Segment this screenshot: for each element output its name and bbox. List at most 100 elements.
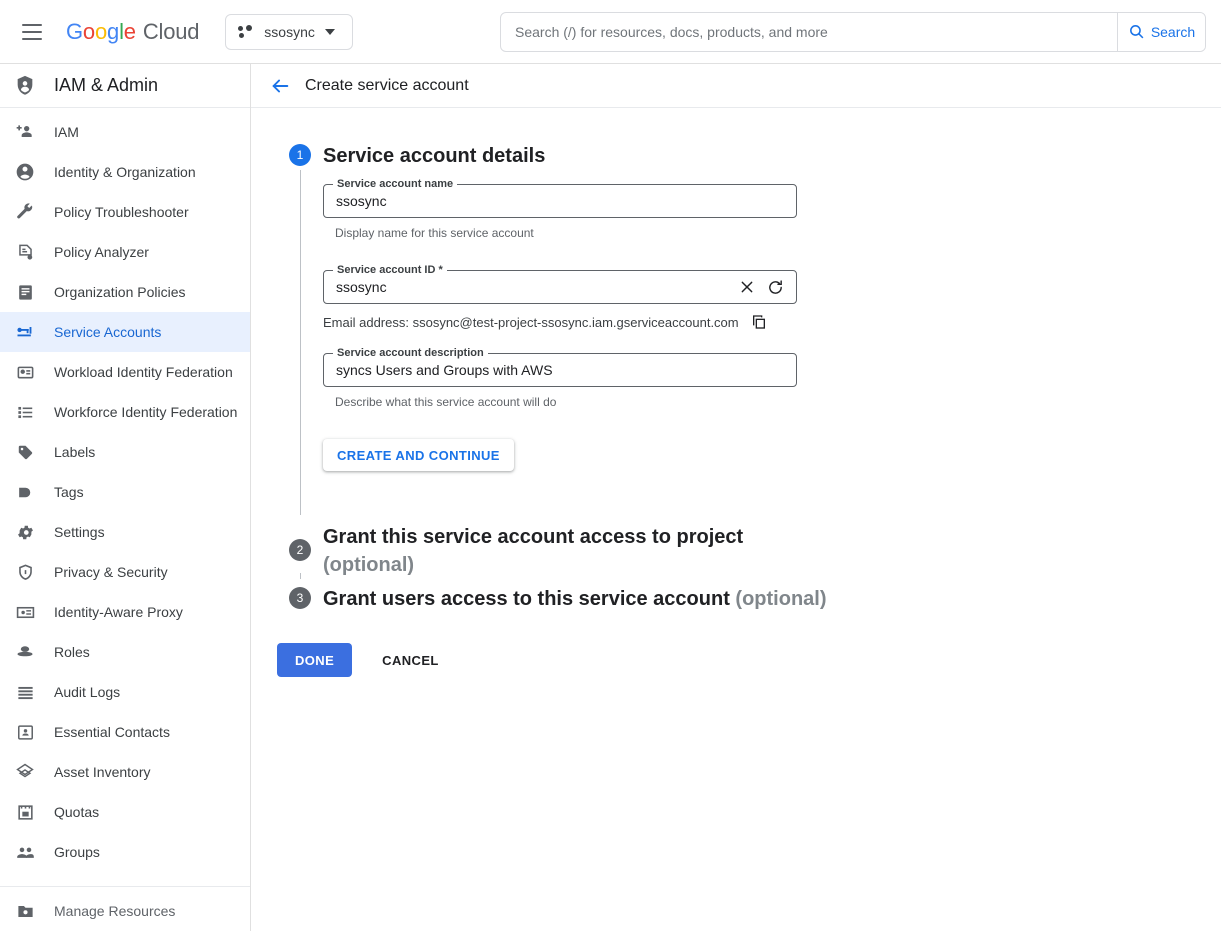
logo-letter-o1: o bbox=[82, 18, 95, 44]
google-cloud-logo[interactable]: Go o g l e Cloud bbox=[66, 19, 199, 45]
sidebar-item-label: Essential Contacts bbox=[54, 724, 170, 740]
sidebar-item-identity-aware-proxy[interactable]: Identity-Aware Proxy bbox=[0, 592, 250, 632]
manage-resources-folder-icon bbox=[14, 900, 36, 922]
step-3-title: Grant users access to this service accou… bbox=[323, 585, 1221, 613]
search-input[interactable] bbox=[501, 12, 1117, 51]
create-and-continue-button[interactable]: CREATE AND CONTINUE bbox=[323, 439, 514, 471]
sidebar-item-label: Settings bbox=[54, 524, 105, 540]
cancel-button[interactable]: CANCEL bbox=[376, 653, 445, 668]
service-account-name-field[interactable]: Service account name bbox=[323, 178, 797, 218]
step-2-optional-label: (optional) bbox=[323, 554, 415, 576]
sidebar-footer: Manage Resources bbox=[0, 886, 250, 931]
step-2-title: Grant this service account access to pro… bbox=[323, 523, 1221, 579]
sidebar-item-label: Workforce Identity Federation bbox=[54, 404, 238, 420]
sidebar-item-identity-organization[interactable]: Identity & Organization bbox=[0, 152, 250, 192]
service-account-name-label: Service account name bbox=[333, 178, 458, 190]
sidebar-item-label: Tags bbox=[54, 484, 84, 500]
sidebar: IAM & Admin IAM Identity & Organization … bbox=[0, 64, 251, 931]
sidebar-item-label: Policy Analyzer bbox=[54, 244, 149, 260]
sidebar-item-policy-analyzer[interactable]: Policy Analyzer bbox=[0, 232, 250, 272]
sidebar-item-policy-troubleshooter[interactable]: Policy Troubleshooter bbox=[0, 192, 250, 232]
main-content: Create service account 1 Service account… bbox=[251, 64, 1221, 931]
step-rail: 3 bbox=[277, 585, 323, 613]
sidebar-item-service-accounts[interactable]: Service Accounts bbox=[0, 312, 250, 352]
person-add-icon bbox=[14, 121, 36, 143]
step-2-body: Grant this service account access to pro… bbox=[323, 523, 1221, 579]
step-number-badge: 1 bbox=[289, 144, 311, 166]
sidebar-item-settings[interactable]: Settings bbox=[0, 512, 250, 552]
sidebar-item-label: IAM bbox=[54, 124, 79, 140]
audit-lines-icon bbox=[14, 681, 36, 703]
wizard-footer-actions: DONE CANCEL bbox=[277, 643, 1221, 677]
service-account-description-field[interactable]: Service account description bbox=[323, 347, 797, 387]
asset-diamond-icon bbox=[14, 761, 36, 783]
wizard: 1 Service account details Service accoun… bbox=[251, 108, 1221, 677]
step-rail: 1 bbox=[277, 142, 323, 515]
sidebar-item-label: Workload Identity Federation bbox=[54, 364, 233, 380]
hamburger-menu-icon[interactable] bbox=[8, 8, 56, 56]
sidebar-nav-list: IAM Identity & Organization Policy Troub… bbox=[0, 108, 250, 886]
tags-arrow-icon bbox=[14, 481, 36, 503]
service-account-id-actions bbox=[739, 279, 796, 296]
step-1-title: Service account details bbox=[323, 145, 546, 167]
sidebar-item-manage-resources[interactable]: Manage Resources bbox=[0, 891, 250, 931]
sidebar-item-workforce-identity-federation[interactable]: Workforce Identity Federation bbox=[0, 392, 250, 432]
sidebar-item-audit-logs[interactable]: Audit Logs bbox=[0, 672, 250, 712]
search-button[interactable]: Search bbox=[1117, 12, 1205, 51]
sidebar-item-organization-policies[interactable]: Organization Policies bbox=[0, 272, 250, 312]
logo-word-cloud: Cloud bbox=[142, 18, 200, 44]
sidebar-item-groups[interactable]: Groups bbox=[0, 832, 250, 872]
sidebar-item-labels[interactable]: Labels bbox=[0, 432, 250, 472]
logo-letter-o2: o bbox=[94, 18, 108, 44]
sidebar-item-label: Roles bbox=[54, 644, 90, 660]
service-account-id-label: Service account ID * bbox=[333, 264, 447, 276]
sidebar-item-label: Privacy & Security bbox=[54, 564, 168, 580]
project-selector[interactable]: ssosync bbox=[225, 13, 354, 50]
contact-card-icon bbox=[14, 721, 36, 743]
sidebar-item-privacy-security[interactable]: Privacy & Security bbox=[0, 552, 250, 592]
search-icon bbox=[1129, 25, 1144, 39]
wizard-step-2[interactable]: 2 Grant this service account access to p… bbox=[277, 523, 1221, 579]
step-2-title-text: Grant this service account access to pro… bbox=[323, 526, 744, 548]
step-connector-line bbox=[299, 170, 301, 515]
sidebar-item-label: Identity-Aware Proxy bbox=[54, 604, 183, 620]
email-address-line: Email address: ssosync@test-project-ssos… bbox=[323, 314, 1221, 330]
sidebar-item-essential-contacts[interactable]: Essential Contacts bbox=[0, 712, 250, 752]
sidebar-item-asset-inventory[interactable]: Asset Inventory bbox=[0, 752, 250, 792]
copy-icon[interactable] bbox=[751, 314, 767, 330]
sidebar-item-label: Audit Logs bbox=[54, 684, 121, 700]
page-body: IAM & Admin IAM Identity & Organization … bbox=[0, 64, 1221, 931]
sidebar-item-label: Quotas bbox=[54, 804, 100, 820]
logo-letter-g2: g bbox=[107, 18, 120, 44]
quotas-icon bbox=[14, 801, 36, 823]
account-circle-icon bbox=[14, 161, 36, 183]
email-address-text: Email address: ssosync@test-project-ssos… bbox=[323, 314, 739, 330]
step-connector-line bbox=[299, 573, 301, 579]
step-3-optional-label: (optional) bbox=[735, 588, 827, 610]
sidebar-item-tags[interactable]: Tags bbox=[0, 472, 250, 512]
shield-person-icon bbox=[14, 75, 36, 97]
search-bar[interactable]: Search bbox=[500, 11, 1206, 52]
step-rail: 2 bbox=[277, 523, 323, 579]
policy-document-icon bbox=[14, 241, 36, 263]
sidebar-item-label: Asset Inventory bbox=[54, 764, 151, 780]
sidebar-item-quotas[interactable]: Quotas bbox=[0, 792, 250, 832]
arrow-back-icon[interactable] bbox=[269, 75, 291, 97]
sidebar-item-workload-identity-federation[interactable]: Workload Identity Federation bbox=[0, 352, 250, 392]
wizard-step-3[interactable]: 3 Grant users access to this service acc… bbox=[277, 585, 1221, 613]
wizard-step-1: 1 Service account details Service accoun… bbox=[277, 142, 1221, 515]
sidebar-item-label: Groups bbox=[54, 844, 100, 860]
service-account-id-field[interactable]: Service account ID * bbox=[323, 264, 797, 304]
sidebar-item-roles[interactable]: Roles bbox=[0, 632, 250, 672]
sidebar-item-label: Organization Policies bbox=[54, 284, 186, 300]
refresh-icon[interactable] bbox=[767, 279, 784, 296]
roles-hat-icon bbox=[14, 641, 36, 663]
step-1-body: Service account details Service account … bbox=[323, 142, 1221, 515]
wrench-icon bbox=[14, 201, 36, 223]
step-number-badge: 2 bbox=[289, 539, 311, 561]
done-button[interactable]: DONE bbox=[277, 643, 353, 677]
sidebar-item-label: Policy Troubleshooter bbox=[54, 204, 189, 220]
id-card-icon bbox=[14, 361, 36, 383]
close-icon[interactable] bbox=[739, 279, 755, 295]
sidebar-item-iam[interactable]: IAM bbox=[0, 112, 250, 152]
